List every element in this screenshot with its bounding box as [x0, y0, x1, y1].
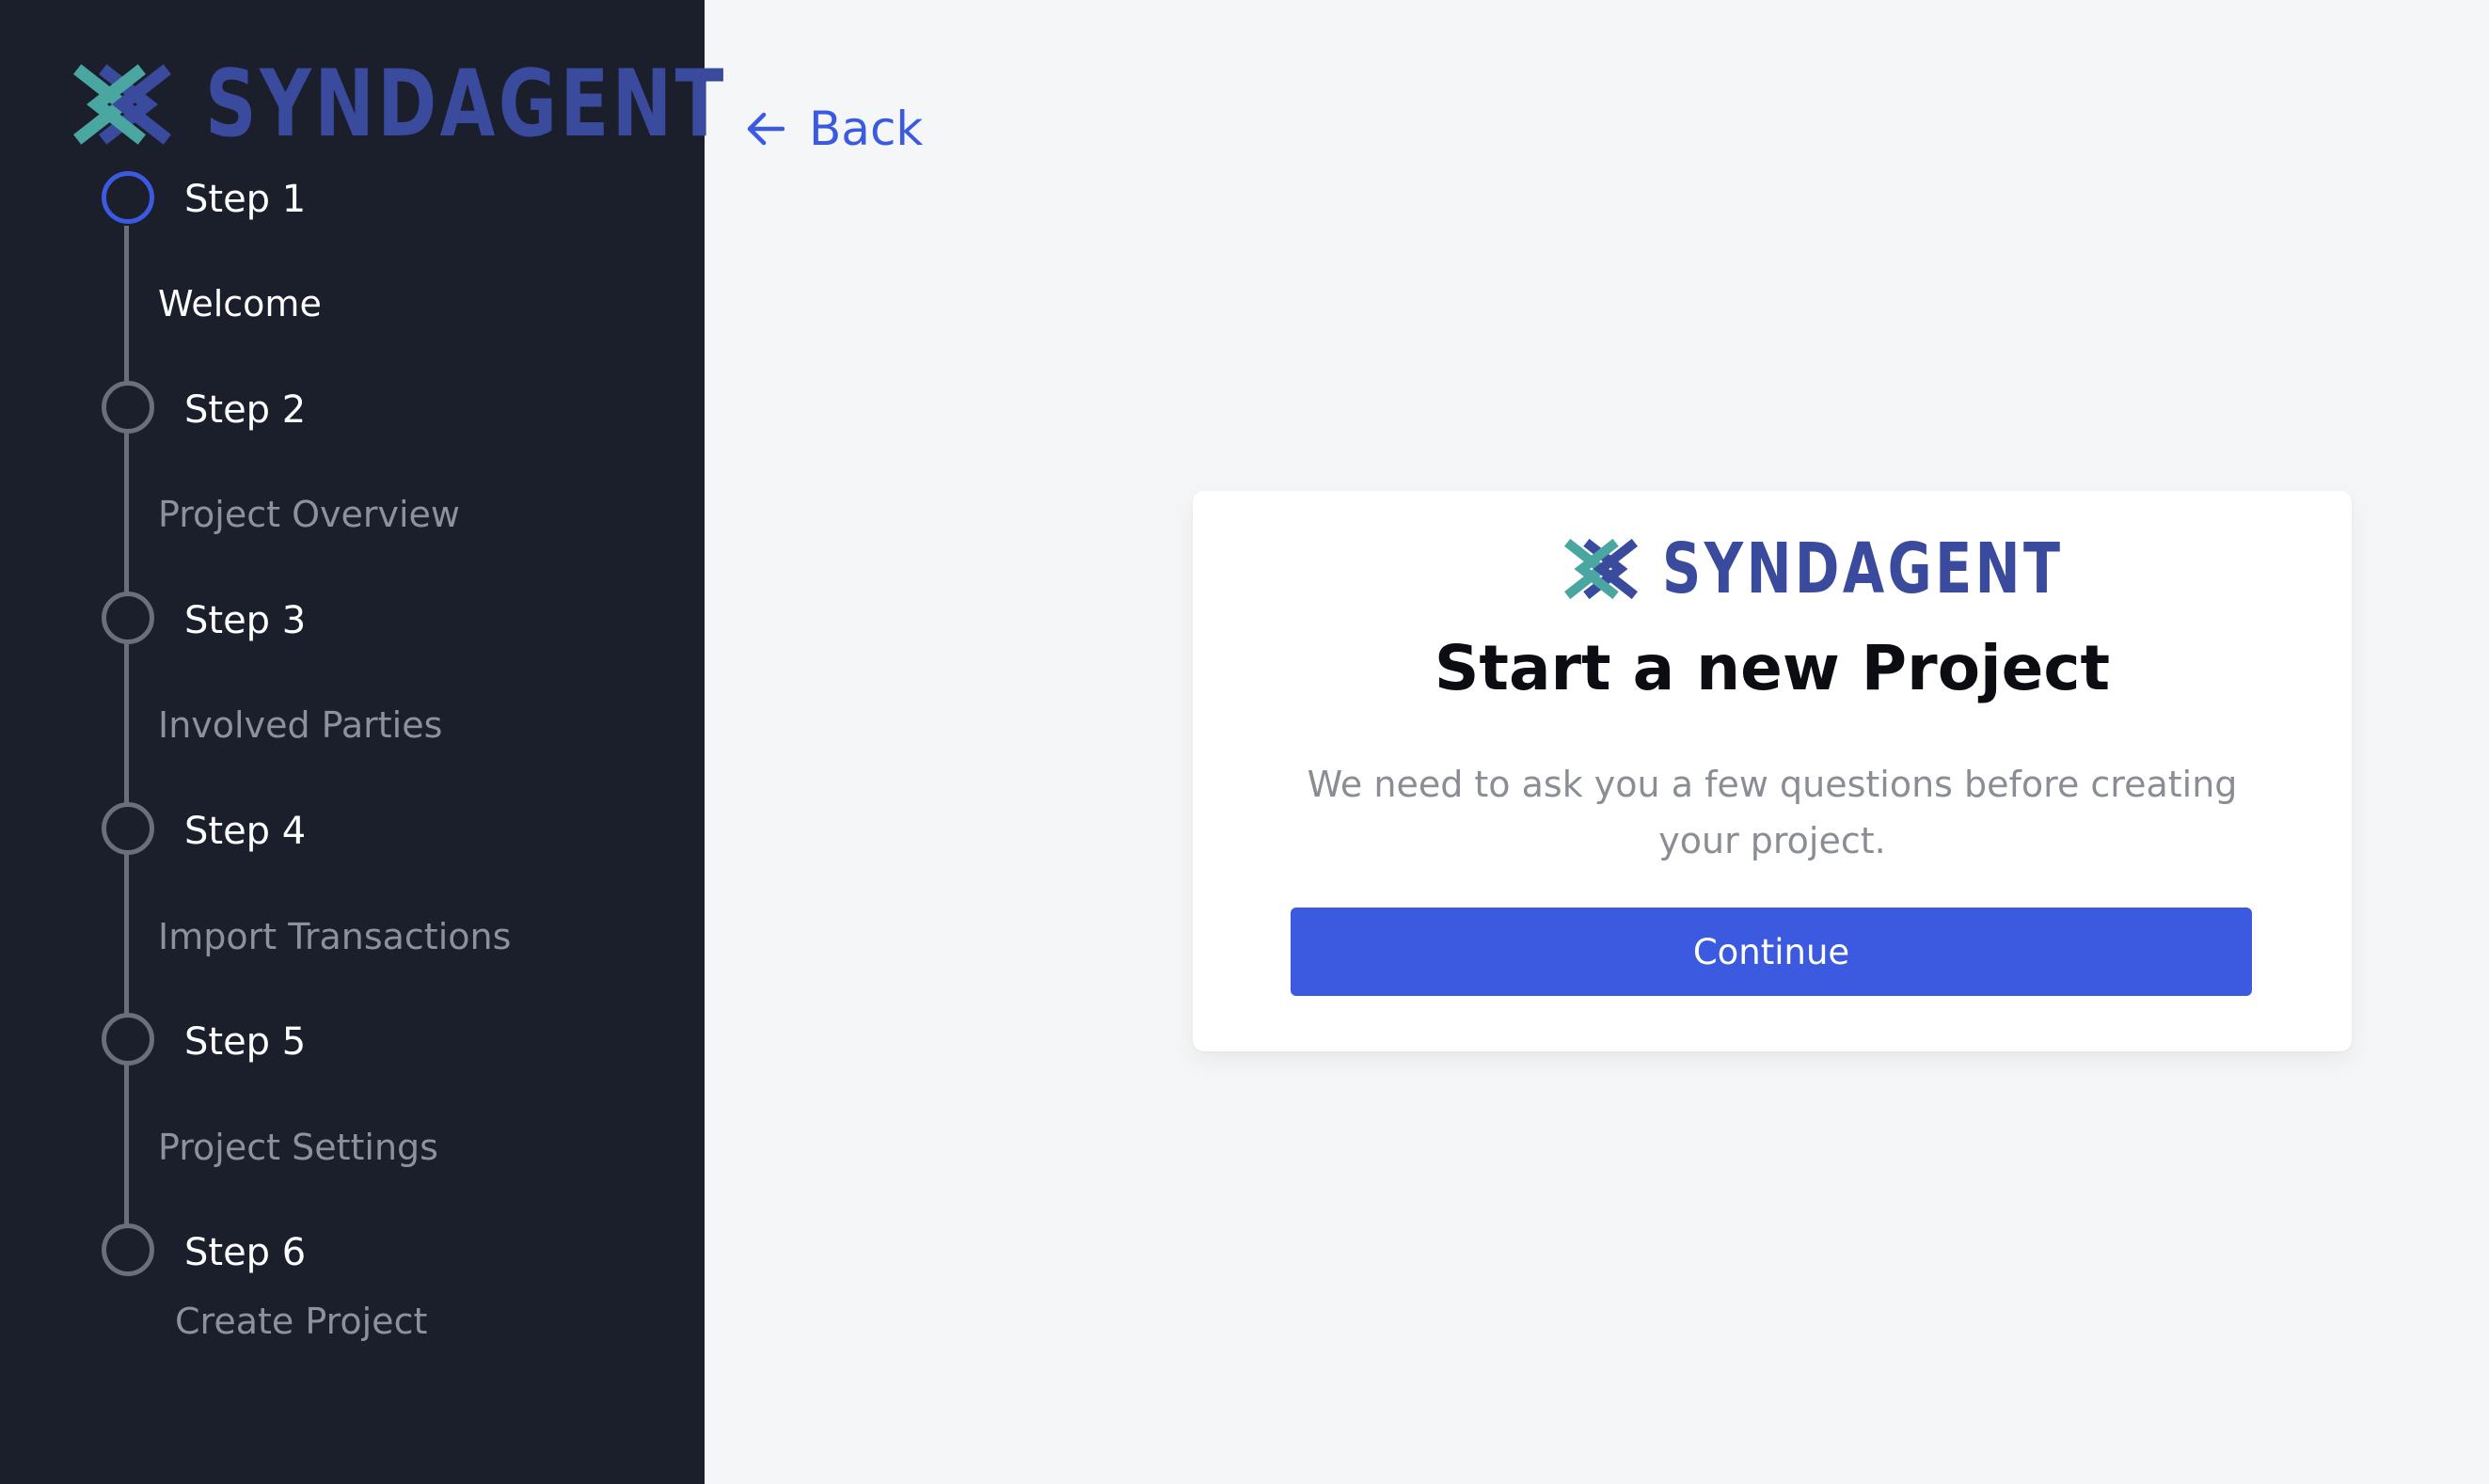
step-4-indicator [102, 802, 154, 855]
step-2-subtitle[interactable]: Project Overview [158, 497, 460, 532]
brand-wordmark: SYNDAGENT [1662, 529, 2064, 609]
step-2-label: Step 2 [184, 388, 307, 432]
step-progress-line [124, 226, 129, 1227]
step-1-indicator [102, 171, 154, 224]
step-6-indicator [102, 1224, 154, 1276]
step-3-indicator [102, 592, 154, 644]
back-label: Back [809, 102, 924, 156]
step-5-label: Step 5 [184, 1020, 307, 1064]
step-1-subtitle[interactable]: Welcome [158, 286, 322, 322]
sidebar-logo: SYNDAGENT [73, 58, 812, 150]
step-2-indicator [102, 381, 154, 434]
start-project-card: SYNDAGENT Start a new Project We need to… [1193, 491, 2352, 1051]
step-4-subtitle[interactable]: Import Transactions [158, 919, 511, 955]
continue-button[interactable]: Continue [1291, 908, 2252, 996]
step-6-label: Step 6 [184, 1231, 307, 1274]
arrow-left-icon [747, 112, 785, 146]
sidebar: SYNDAGENT Step 1 Welcome Step 2 Project … [0, 0, 723, 1484]
brand-wordmark: SYNDAGENT [205, 51, 727, 158]
card-title: Start a new Project [1434, 632, 2111, 704]
back-button[interactable]: Back [745, 105, 923, 152]
step-1-label: Step 1 [184, 178, 307, 221]
card-description: We need to ask you a few questions befor… [1307, 764, 2238, 861]
syndagent-logo-icon [73, 64, 171, 145]
step-6-subtitle[interactable]: Create Project [175, 1303, 427, 1339]
step-3-label: Step 3 [184, 599, 307, 642]
step-3-subtitle[interactable]: Involved Parties [158, 707, 442, 743]
step-5-subtitle[interactable]: Project Settings [158, 1129, 438, 1165]
card-logo: SYNDAGENT [1564, 534, 2129, 604]
step-4-label: Step 4 [184, 810, 307, 853]
syndagent-logo-icon [1564, 538, 1638, 600]
step-5-indicator [102, 1013, 154, 1066]
